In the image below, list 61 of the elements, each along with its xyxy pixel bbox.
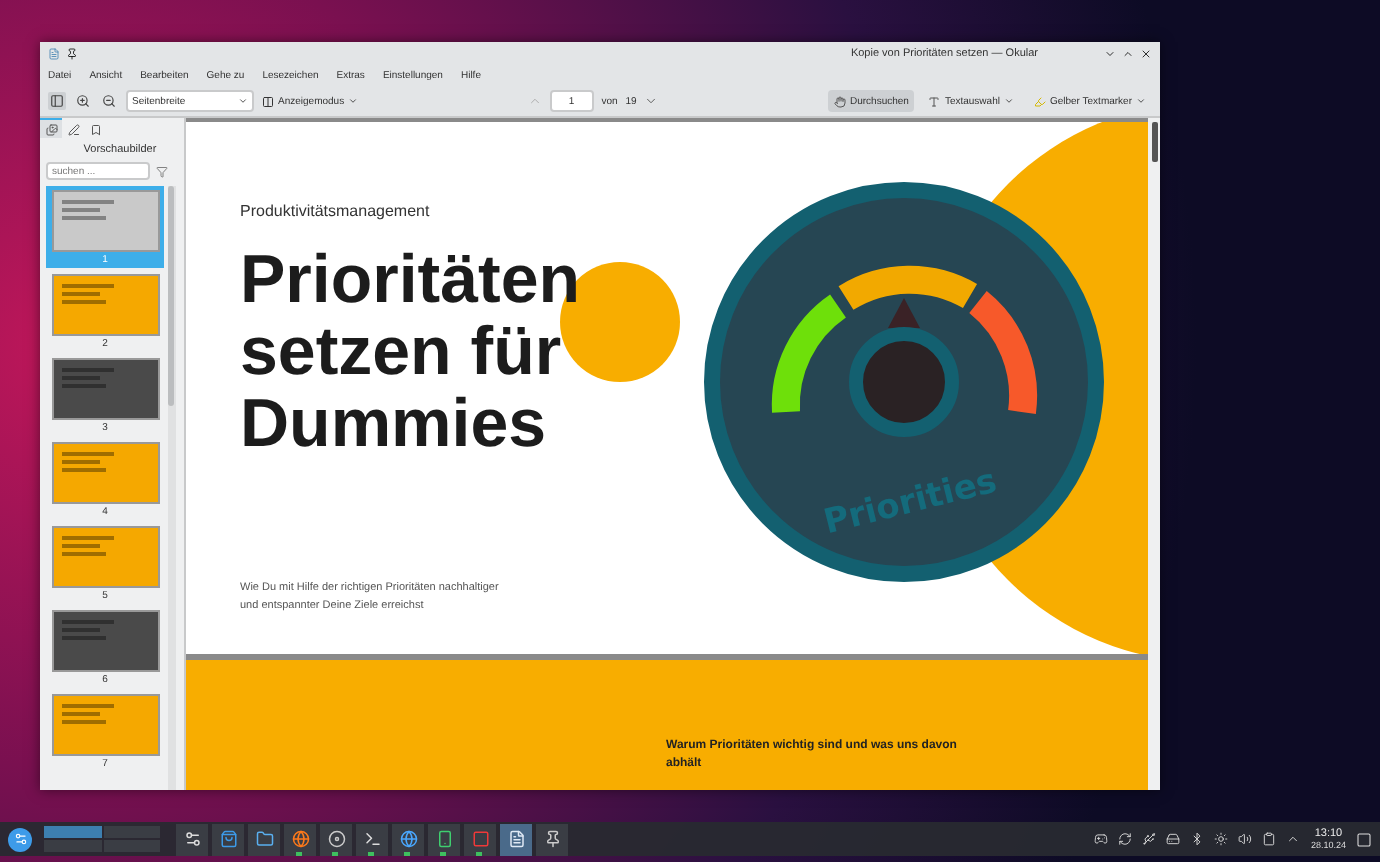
clipboard-icon[interactable] — [1262, 832, 1277, 846]
scrollbar-thumb[interactable] — [168, 186, 174, 406]
browser-icon — [291, 830, 309, 848]
taskbar-app[interactable] — [392, 823, 424, 855]
next-page-icon[interactable] — [644, 94, 659, 108]
kicker-text: Produktivitätsmanagement — [240, 202, 430, 220]
taskbar-app[interactable] — [356, 823, 388, 855]
globe-icon — [399, 830, 417, 848]
sidebar-tab[interactable] — [40, 118, 62, 138]
pin-icon[interactable] — [66, 48, 78, 60]
caret-icon — [1136, 96, 1147, 106]
desktop-pager[interactable] — [44, 826, 160, 852]
disc-icon — [327, 830, 345, 848]
refresh-icon[interactable] — [1118, 832, 1133, 846]
caret-icon — [348, 96, 359, 106]
launcher-icon — [13, 832, 27, 846]
volume-icon[interactable] — [1238, 832, 1253, 846]
show-desktop-icon[interactable] — [1356, 831, 1372, 847]
columns-icon — [262, 95, 274, 107]
cover-title: Prioritäten setzen für Dummies — [240, 244, 581, 460]
scrollbar-thumb[interactable] — [1151, 122, 1157, 162]
caret-icon — [238, 96, 248, 106]
start-button[interactable] — [8, 827, 32, 851]
sliders-icon — [183, 830, 201, 848]
folder-icon — [255, 830, 273, 848]
taskbar-app[interactable] — [284, 823, 316, 855]
taskbar-app[interactable] — [212, 823, 244, 855]
expand-tray-icon[interactable] — [1286, 832, 1301, 846]
square-icon — [471, 830, 489, 848]
sidebar-toggle-icon[interactable] — [48, 92, 66, 110]
highlighter-icon — [1033, 95, 1046, 107]
bluetooth-icon[interactable] — [1190, 832, 1205, 846]
drive-icon[interactable] — [1166, 832, 1181, 846]
text-cursor-icon — [928, 95, 941, 107]
taskbar-app[interactable] — [536, 823, 568, 855]
taskbar-app[interactable] — [428, 823, 460, 855]
pin-icon — [543, 830, 561, 848]
document-icon — [507, 830, 525, 848]
filter-icon[interactable] — [156, 165, 168, 177]
minimize-icon[interactable] — [1104, 48, 1116, 60]
bookmark-icon — [89, 123, 101, 135]
pen-icon — [67, 123, 79, 135]
taskbar-app[interactable] — [248, 823, 280, 855]
close-icon[interactable] — [1140, 48, 1152, 60]
taskbar-app[interactable] — [500, 823, 532, 855]
zoom-out-icon[interactable] — [100, 92, 118, 110]
hand-icon — [833, 95, 846, 107]
usb-icon[interactable] — [1142, 832, 1157, 846]
zoom-in-icon[interactable] — [74, 92, 92, 110]
sidebar-tab[interactable] — [62, 118, 84, 138]
taskbar-app[interactable] — [320, 823, 352, 855]
images-icon — [45, 123, 57, 135]
phone-icon — [435, 830, 453, 848]
caret-icon — [1003, 96, 1014, 106]
gamepad-icon[interactable] — [1094, 832, 1109, 846]
app-icon — [48, 48, 60, 60]
taskbar-app[interactable] — [176, 823, 208, 855]
brightness-icon[interactable] — [1214, 832, 1229, 846]
shopping-bag-icon — [219, 830, 237, 848]
maximize-icon[interactable] — [1122, 48, 1134, 60]
terminal-icon — [363, 830, 381, 848]
